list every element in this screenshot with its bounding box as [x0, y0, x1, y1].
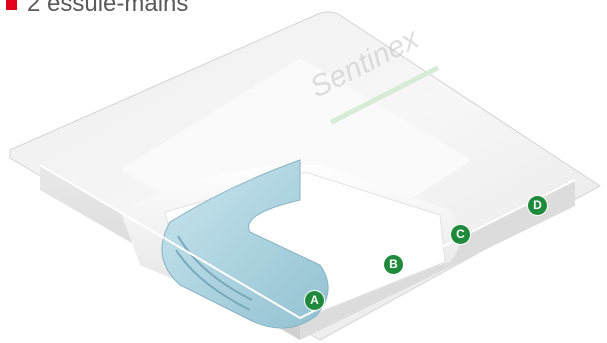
product-illustration: 2 essuie-mains Sentinex A B C D	[0, 0, 607, 343]
marker-b: B	[384, 255, 403, 274]
tray-scene	[9, 11, 601, 341]
marker-c: C	[451, 225, 470, 244]
marker-a: A	[305, 291, 324, 310]
marker-d: D	[528, 196, 547, 215]
